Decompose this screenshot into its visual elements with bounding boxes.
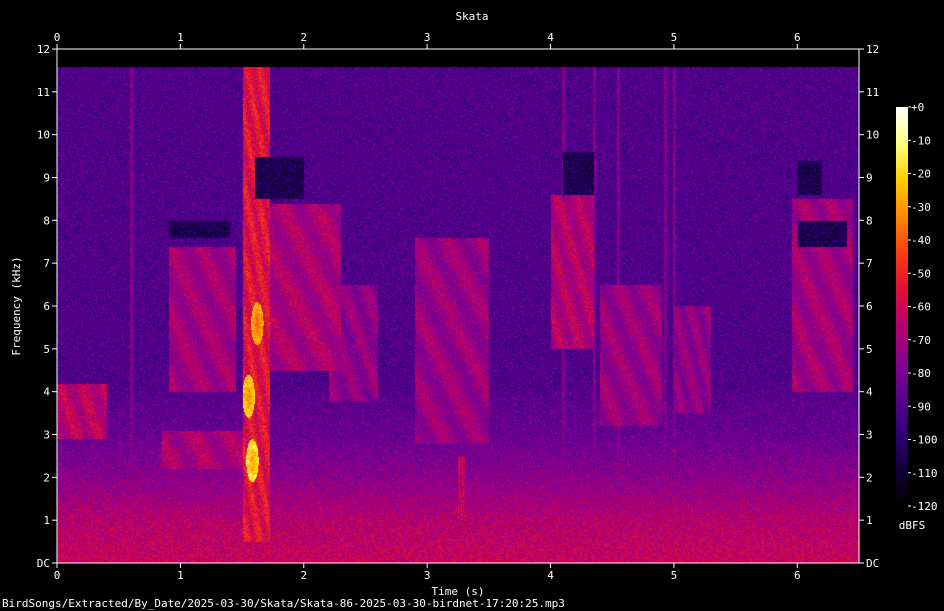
y-tick-label-left: 10	[37, 129, 50, 142]
y-tick-label-right: 7	[866, 257, 873, 270]
y-tick-label-left: 9	[43, 172, 50, 185]
y-tick-label-right: 12	[866, 43, 879, 56]
spectrogram-image	[57, 49, 859, 563]
y-tick-label-right: 1	[866, 514, 873, 527]
y-tick-label-right: 5	[866, 343, 873, 356]
y-tick-label-left: 2	[43, 471, 50, 484]
y-tick-label-right: 9	[866, 172, 873, 185]
x-tick-label-bottom: 6	[794, 569, 801, 582]
colorbar-tick-label: -40	[911, 234, 931, 247]
y-tick-label-right: 3	[866, 429, 873, 442]
spectrogram-chart: 00112233445566DC DC1 12 23 34 45 56 67 78 89 910 10…	[10, 10, 938, 598]
y-tick-label-left: 4	[43, 386, 50, 399]
y-tick-label-right: 6	[866, 300, 873, 313]
colorbar-tick-label: -10	[911, 134, 931, 147]
y-tick-label-right: 8	[866, 214, 873, 227]
colorbar-tick-label: -90	[911, 400, 931, 413]
y-tick-label-left: 1	[43, 514, 50, 527]
colorbar-tick-label: -110	[911, 467, 938, 480]
y-tick-label-left: 6	[43, 300, 50, 313]
colorbar-label: dBFS	[899, 519, 926, 532]
x-tick-label-top: 3	[424, 31, 431, 44]
file-path: BirdSongs/Extracted/By_Date/2025-03-30/S…	[2, 597, 565, 610]
x-tick-label-bottom: 1	[177, 569, 184, 582]
y-tick-label-left: 11	[37, 86, 50, 99]
colorbar-tick-label: -120	[911, 500, 938, 513]
colorbar-tick-label: -80	[911, 367, 931, 380]
x-tick-label-top: 6	[794, 31, 801, 44]
x-tick-label-bottom: 2	[300, 569, 307, 582]
colorbar-tick-label: -60	[911, 301, 931, 314]
y-tick-label-left: DC	[37, 557, 50, 570]
x-tick-label-top: 5	[671, 31, 678, 44]
y-tick-label-left: 8	[43, 214, 50, 227]
colorbar-tick-label: +0	[911, 101, 924, 114]
x-tick-label-bottom: 3	[424, 569, 431, 582]
y-tick-label-left: 3	[43, 429, 50, 442]
x-tick-label-top: 1	[177, 31, 184, 44]
x-tick-label-top: 0	[54, 31, 61, 44]
colorbar-tick-label: -20	[911, 168, 931, 181]
colorbar-scale	[896, 107, 908, 506]
y-tick-label-left: 5	[43, 343, 50, 356]
y-axis-label: Frequency (kHz)	[10, 256, 23, 355]
x-tick-label-top: 4	[547, 31, 554, 44]
colorbar-tick-label: -100	[911, 434, 938, 447]
colorbar-tick-label: -30	[911, 201, 931, 214]
colorbar-tick-label: -50	[911, 267, 931, 280]
x-tick-label-bottom: 5	[671, 569, 678, 582]
y-tick-label-left: 7	[43, 257, 50, 270]
y-tick-label-right: DC	[866, 557, 879, 570]
y-tick-label-left: 12	[37, 43, 50, 56]
x-tick-label-top: 2	[300, 31, 307, 44]
y-tick-label-right: 2	[866, 471, 873, 484]
x-tick-label-bottom: 0	[54, 569, 61, 582]
plot-area	[57, 49, 859, 563]
y-tick-label-right: 11	[866, 86, 879, 99]
colorbar-tick-label: -70	[911, 334, 931, 347]
x-tick-label-bottom: 4	[547, 569, 554, 582]
y-tick-label-right: 10	[866, 129, 879, 142]
y-tick-label-right: 4	[866, 386, 873, 399]
colorbar: +0 -10 -20 -30 -40 -50 -60 -70 -80 -90 -100 -110 -12…	[896, 101, 938, 513]
chart-title: Skata	[455, 10, 488, 23]
